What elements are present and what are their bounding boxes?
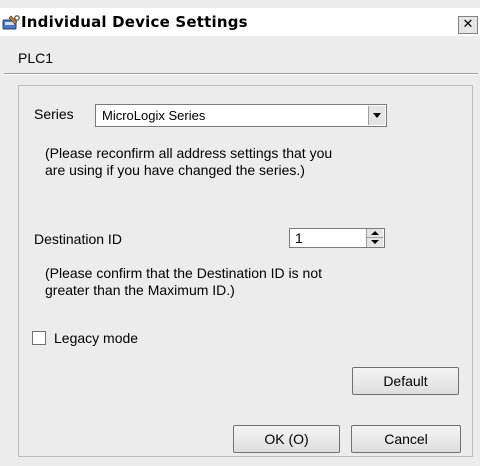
series-note: (Please reconfirm all address settings t… — [45, 145, 332, 179]
destination-note-line-2: greater than the Maximum ID.) — [45, 282, 235, 298]
series-note-line-2: are using if you have changed the series… — [45, 162, 305, 178]
ok-button[interactable]: OK (O) — [233, 425, 340, 453]
chevron-down-icon[interactable] — [368, 106, 385, 125]
close-icon: ✕ — [462, 17, 474, 32]
device-name: PLC1 — [18, 50, 54, 66]
header-divider — [4, 73, 478, 75]
stepper-up-icon[interactable] — [367, 229, 383, 238]
destination-id-stepper[interactable]: 1 — [289, 228, 385, 248]
destination-id-value: 1 — [295, 230, 303, 246]
series-label: Series — [34, 106, 74, 122]
stepper-down-icon[interactable] — [367, 238, 383, 247]
series-select[interactable]: MicroLogix Series — [95, 104, 387, 127]
legacy-mode-checkbox[interactable] — [32, 331, 46, 345]
stepper-buttons — [366, 229, 383, 247]
title-bar: Individual Device Settings ✕ — [0, 8, 480, 36]
cancel-button[interactable]: Cancel — [351, 425, 461, 453]
destination-note: (Please confirm that the Destination ID … — [45, 265, 322, 299]
legacy-mode-label: Legacy mode — [54, 330, 139, 346]
series-select-value: MicroLogix Series — [102, 108, 206, 123]
window-title: Individual Device Settings — [21, 13, 248, 31]
dialog-window: Individual Device Settings ✕ PLC1 Series… — [0, 0, 480, 466]
destination-id-label: Destination ID — [34, 231, 122, 247]
close-button[interactable]: ✕ — [458, 16, 478, 34]
destination-note-line-1: (Please confirm that the Destination ID … — [45, 265, 323, 281]
default-button[interactable]: Default — [352, 367, 459, 395]
wrench-icon — [2, 14, 20, 32]
series-note-line-1: (Please reconfirm all address settings t… — [45, 145, 333, 161]
